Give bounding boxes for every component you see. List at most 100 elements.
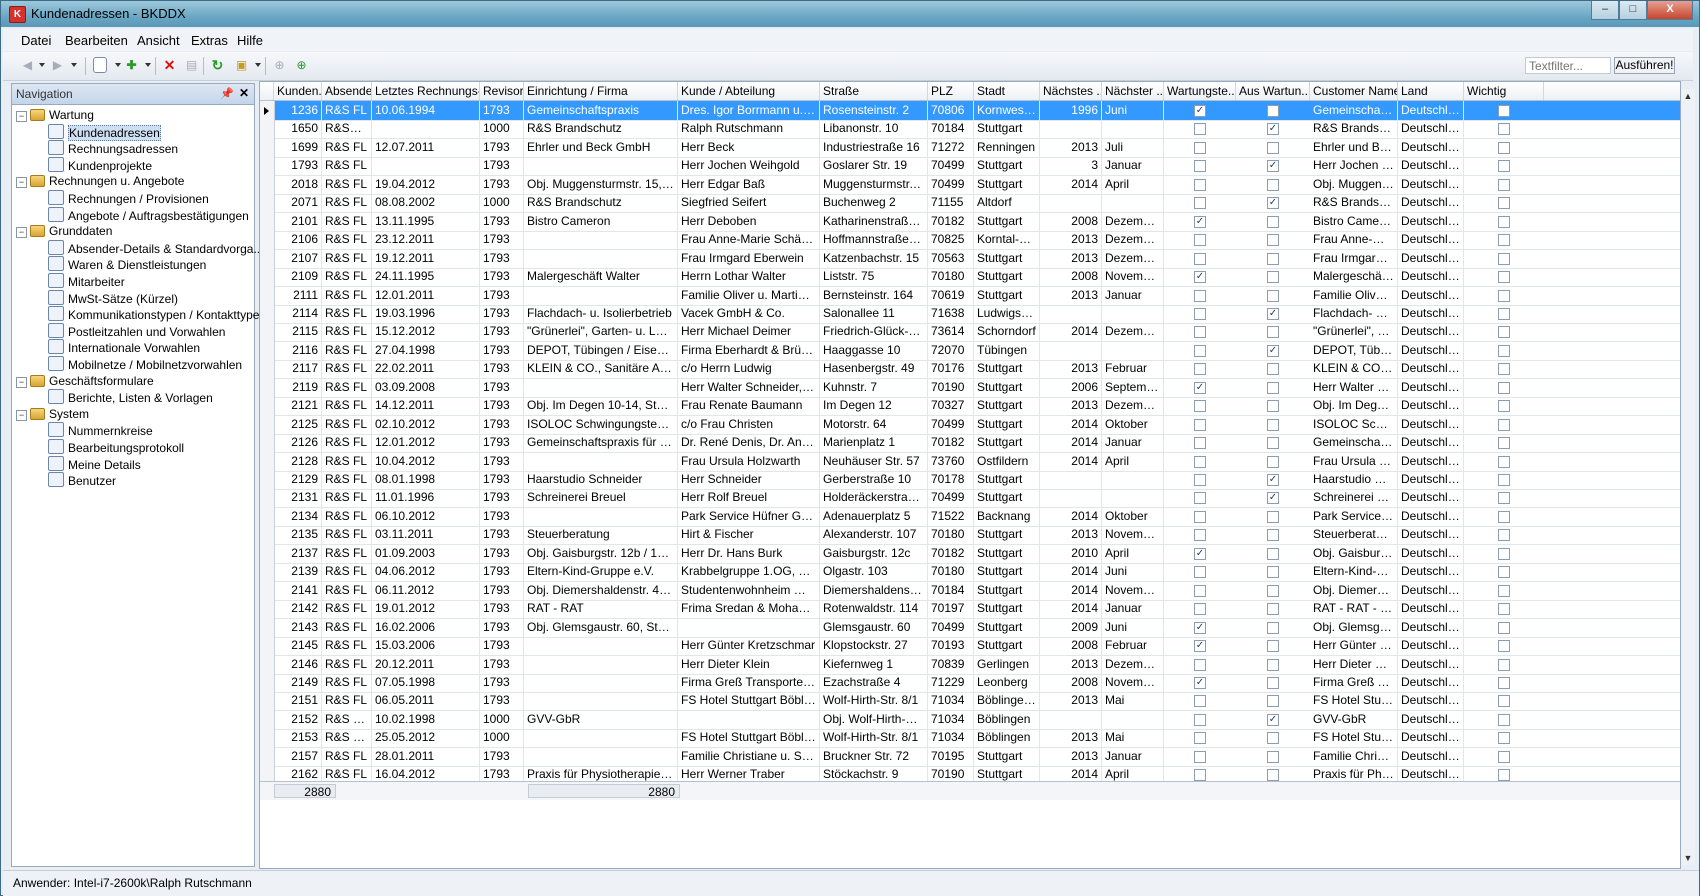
table-cell[interactable]: Familie Christiane u. Stepha...: [678, 746, 820, 766]
checkbox[interactable]: [1498, 160, 1510, 173]
checkbox[interactable]: ✓: [1194, 381, 1206, 394]
table-cell[interactable]: 2013: [1040, 654, 1102, 674]
column-header[interactable]: Absender: [322, 82, 372, 100]
nav-item[interactable]: Kundenadressen: [34, 123, 161, 141]
checkbox[interactable]: [1498, 750, 1510, 763]
table-cell[interactable]: 1793: [480, 340, 524, 360]
checkbox[interactable]: ✓: [1267, 307, 1279, 320]
nav-item[interactable]: Internationale Vorwahlen: [34, 339, 200, 356]
nav-item[interactable]: MwSt-Sätze (Kürzel): [34, 289, 178, 307]
row-indicator[interactable]: [260, 470, 275, 489]
table-cell[interactable]: R&S FL: [322, 636, 372, 656]
table-cell[interactable]: Ehrler und Beck GmbH: [524, 137, 678, 157]
table-cell[interactable]: 70195: [928, 746, 974, 766]
checkbox[interactable]: [1498, 603, 1510, 616]
nav-item[interactable]: Rechnungsadressen: [34, 140, 178, 157]
row-indicator[interactable]: [260, 322, 275, 342]
table-cell[interactable]: Goslarer Str. 19: [820, 156, 928, 176]
table-cell[interactable]: R&S FL: [322, 672, 372, 692]
table-cell[interactable]: 70182: [928, 543, 974, 563]
table-cell[interactable]: Eltern-Kind-Gru...: [1310, 562, 1398, 582]
table-cell[interactable]: [372, 119, 480, 139]
row-indicator[interactable]: [260, 451, 275, 471]
table-cell[interactable]: Deutschland: [1398, 580, 1464, 600]
table-cell[interactable]: 03.09.2008: [372, 377, 480, 397]
checkbox[interactable]: [1194, 732, 1206, 745]
table-cell[interactable]: Bistro Cameron ...: [1310, 211, 1398, 231]
checkbox[interactable]: [1194, 695, 1206, 708]
checkbox[interactable]: [1194, 344, 1206, 357]
table-cell[interactable]: Herr Jochen We...: [1310, 156, 1398, 176]
table-cell[interactable]: Oktober: [1102, 414, 1164, 434]
table-cell[interactable]: R&S FL: [322, 174, 372, 194]
table-cell[interactable]: Ludwigsburg: [974, 303, 1040, 323]
nav-item[interactable]: Kundenprojekte: [34, 156, 152, 174]
table-cell[interactable]: Herr Michael Deimer: [678, 322, 820, 342]
table-cell[interactable]: R&S FL: [322, 580, 372, 600]
table-cell[interactable]: 71034: [928, 728, 974, 748]
table-cell[interactable]: R&S FL: [322, 562, 372, 582]
table-cell[interactable]: Januar: [1102, 156, 1164, 176]
table-cell[interactable]: 1000: [480, 728, 524, 748]
table-cell[interactable]: [524, 654, 678, 674]
table-cell[interactable]: 19.03.1996: [372, 303, 480, 323]
table-cell[interactable]: Flachdach- u. Isolierbetrieb: [524, 303, 678, 323]
nav-item[interactable]: Angebote / Auftragsbestätigungen: [34, 206, 249, 224]
checkbox[interactable]: [1194, 603, 1206, 616]
row-indicator[interactable]: [260, 709, 275, 729]
table-cell[interactable]: 1793: [480, 101, 524, 120]
table-cell[interactable]: Wolf-Hirth-Str. 8/1: [820, 728, 928, 748]
table-cell[interactable]: GVV-GbR: [1310, 709, 1398, 729]
new-document-icon[interactable]: [93, 57, 107, 73]
column-header[interactable]: Straße: [820, 82, 928, 100]
table-cell[interactable]: Deutschland: [1398, 543, 1464, 563]
table-cell[interactable]: Stuttgart: [974, 359, 1040, 379]
table-cell[interactable]: Herrn Lothar Walter: [678, 267, 820, 287]
table-cell[interactable]: R&S FL: [322, 599, 372, 619]
table-cell[interactable]: [678, 617, 820, 637]
table-cell[interactable]: R&S FL: [322, 451, 372, 471]
checkbox[interactable]: [1194, 160, 1206, 173]
table-cell[interactable]: 2014: [1040, 580, 1102, 600]
checkbox[interactable]: ✓: [1194, 640, 1206, 653]
table-cell[interactable]: 70563: [928, 248, 974, 268]
table-cell[interactable]: 70182: [928, 211, 974, 231]
table-cell[interactable]: 1793: [480, 433, 524, 453]
table-cell[interactable]: Deutschland: [1398, 174, 1464, 194]
table-cell[interactable]: Rotenwaldstr. 114: [820, 599, 928, 619]
table-cell[interactable]: 2013: [1040, 746, 1102, 766]
table-cell[interactable]: Juni: [1102, 101, 1164, 120]
table-cell[interactable]: 16.02.2006: [372, 617, 480, 637]
table-cell[interactable]: Herr Schneider: [678, 470, 820, 489]
table-cell[interactable]: 2109: [274, 267, 322, 287]
table-cell[interactable]: R&S FL: [322, 137, 372, 157]
table-row[interactable]: 2143 R&S FL 16.02.2006 1793 Obj. Glemsgaustr…: [260, 617, 1680, 638]
table-cell[interactable]: Deutschland: [1398, 451, 1464, 471]
table-row[interactable]: 2119 R&S FL 03.09.2008 1793 Herr Walter Schn…: [260, 377, 1680, 398]
checkbox[interactable]: [1498, 621, 1510, 634]
checkbox[interactable]: [1194, 474, 1206, 486]
title-bar[interactable]: K Kundenadressen - BKDDX – □ X: [1, 1, 1699, 27]
checkbox[interactable]: [1498, 178, 1510, 191]
row-indicator[interactable]: [260, 303, 275, 323]
table-row[interactable]: 2116 R&S FL 27.04.1998 1793 DEPOT, Tübingen …: [260, 340, 1680, 361]
table-cell[interactable]: Stuttgart: [974, 211, 1040, 231]
table-cell[interactable]: 71522: [928, 506, 974, 526]
checkbox[interactable]: [1498, 141, 1510, 154]
table-cell[interactable]: Herr Walter Schneider, Frau...: [678, 377, 820, 397]
table-cell[interactable]: 25.05.2012: [372, 728, 480, 748]
checkbox[interactable]: [1267, 566, 1279, 579]
table-cell[interactable]: KLEIN & CO., Sanitäre Anlage...: [524, 359, 678, 379]
back-icon[interactable]: ◀: [19, 57, 36, 74]
table-cell[interactable]: Stuttgart: [974, 470, 1040, 489]
checkbox[interactable]: [1267, 381, 1279, 394]
table-cell[interactable]: April: [1102, 451, 1164, 471]
table-cell[interactable]: 2013: [1040, 525, 1102, 545]
column-header[interactable]: Wartungste...: [1164, 82, 1236, 100]
table-cell[interactable]: Adenauerplatz 5: [820, 506, 928, 526]
table-row[interactable]: 2071 R&S FL 08.08.2002 1000 R&S Brandschutz S…: [260, 193, 1680, 214]
table-cell[interactable]: Haarstudio Schneider: [524, 470, 678, 489]
table-cell[interactable]: Industriestraße 16: [820, 137, 928, 157]
table-cell[interactable]: c/o Frau Christen: [678, 414, 820, 434]
table-cell[interactable]: 1793: [480, 451, 524, 471]
